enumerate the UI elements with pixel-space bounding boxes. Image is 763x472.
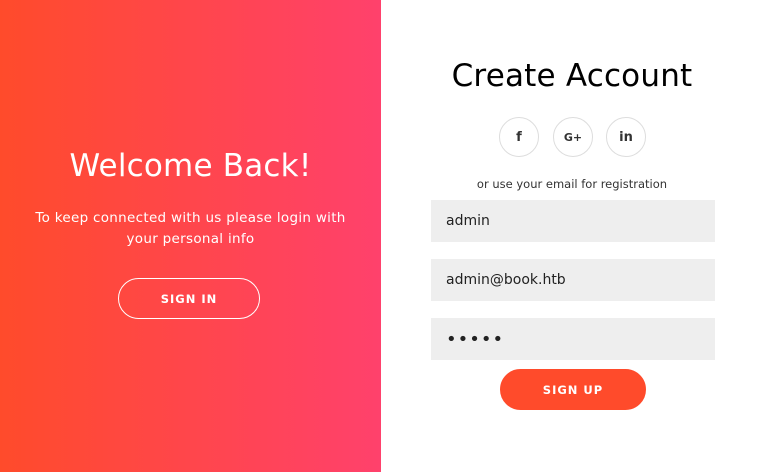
registration-subtitle: or use your email for registration <box>476 177 668 191</box>
facebook-icon[interactable]: f <box>499 117 539 157</box>
form-title: Create Account <box>451 58 693 94</box>
signup-form: Create Account f G+ in or use your email… <box>381 0 763 472</box>
sign-up-button[interactable]: SIGN UP <box>500 369 646 410</box>
sign-in-button[interactable]: SIGN IN <box>118 278 260 319</box>
welcome-text: To keep connected with us please login w… <box>35 210 346 247</box>
name-input[interactable] <box>431 200 715 242</box>
overlay-panel: Welcome Back! To keep connected with us … <box>0 0 381 472</box>
linkedin-icon[interactable]: in <box>606 117 646 157</box>
welcome-title: Welcome Back! <box>69 148 312 184</box>
email-input[interactable] <box>431 259 715 301</box>
signup-container: Welcome Back! To keep connected with us … <box>0 0 763 472</box>
google-plus-icon[interactable]: G+ <box>553 117 593 157</box>
password-input[interactable] <box>431 318 715 360</box>
